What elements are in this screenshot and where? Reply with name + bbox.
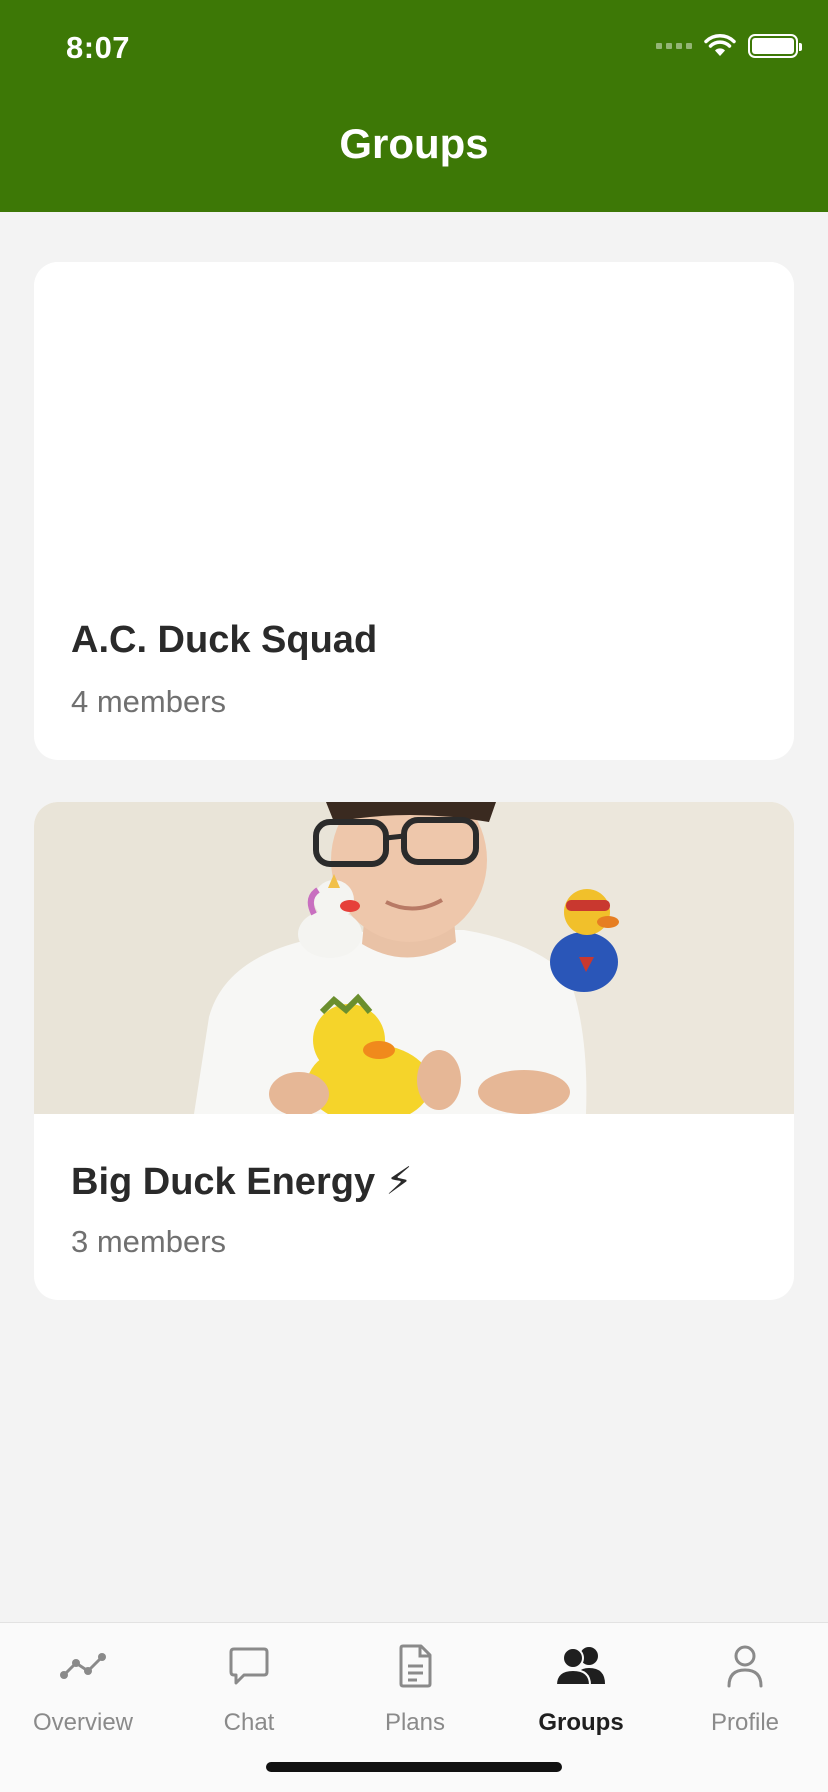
status-icons (656, 34, 802, 58)
groups-icon (555, 1641, 607, 1691)
profile-icon (725, 1641, 765, 1691)
cellular-signal-icon (656, 43, 692, 49)
tab-groups[interactable]: Groups (498, 1641, 664, 1737)
plans-icon (397, 1641, 433, 1691)
group-name: A.C. Duck Squad (71, 619, 378, 661)
group-cover-image (34, 802, 794, 1114)
group-member-count: 4 members (71, 684, 227, 719)
tab-chat[interactable]: Chat (166, 1641, 332, 1737)
wifi-icon (704, 34, 736, 56)
battery-icon (748, 34, 802, 58)
tab-label: Plans (384, 1709, 446, 1736)
tab-label: Profile (710, 1709, 780, 1736)
app-header: 8:07 Groups (0, 0, 828, 212)
group-card-big-duck-energy[interactable]: Big Duck Energy ⚡ 3 members (34, 802, 794, 1300)
group-name: Big Duck Energy ⚡ (71, 1161, 413, 1203)
overview-icon (60, 1641, 106, 1691)
tab-label: Groups (538, 1709, 624, 1736)
home-indicator[interactable] (266, 1762, 562, 1772)
page-title: Groups (339, 120, 489, 167)
chat-icon (228, 1641, 270, 1691)
group-card-ac-duck-squad[interactable]: A.C. Duck Squad 4 members (34, 262, 794, 760)
tab-label: Chat (223, 1709, 275, 1736)
tab-overview[interactable]: Overview (0, 1641, 166, 1737)
group-cover-image (34, 262, 794, 574)
tab-label: Overview (32, 1709, 134, 1736)
group-member-count: 3 members (71, 1224, 227, 1259)
tab-profile[interactable]: Profile (662, 1641, 828, 1737)
tab-plans[interactable]: Plans (332, 1641, 498, 1737)
status-time: 8:07 (66, 30, 131, 65)
